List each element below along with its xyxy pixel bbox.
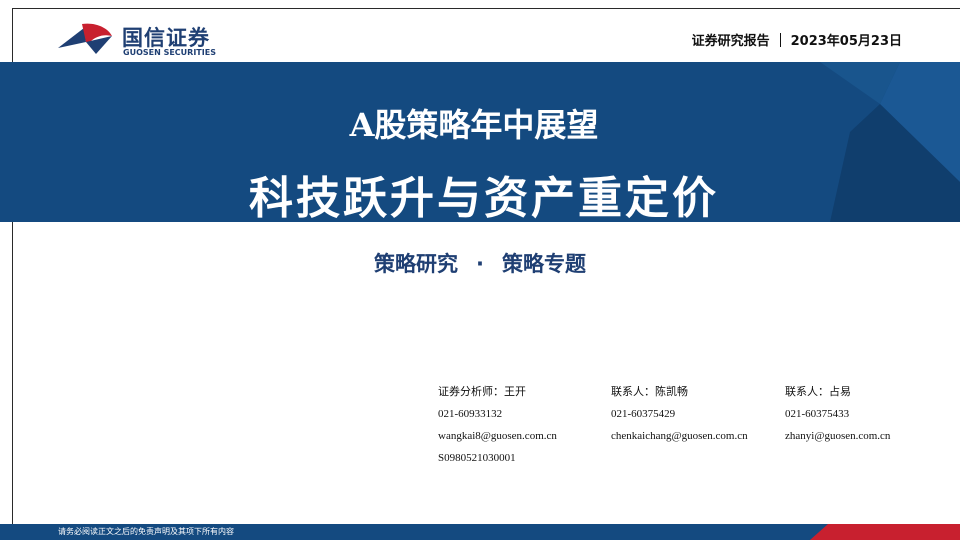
analyst-email[interactable]: chenkaichang@guosen.com.cn — [611, 428, 748, 450]
meta-divider — [779, 33, 781, 47]
analyst-phone: 021-60375429 — [611, 408, 676, 420]
title-line-2: 科技跃升与资产重定价 — [249, 173, 719, 222]
analyst-email[interactable]: wangkai8@guosen.com.cn — [438, 428, 557, 450]
analyst-role: 联系人：陈凯畅 — [611, 385, 688, 398]
analyst-phone: 021-60933132 — [438, 408, 503, 420]
analyst-role: 联系人：占易 — [785, 385, 851, 398]
report-meta: 证券研究报告 2023年05月23日 — [692, 30, 902, 49]
report-subtitle: 策略研究 · 策略专题 — [0, 248, 960, 278]
logo-name-en: GUOSEN SECURITIES — [123, 48, 216, 57]
report-type: 证券研究报告 — [691, 34, 770, 49]
analyst-phone: 021-60375433 — [785, 408, 850, 420]
analyst-block-3: 联系人：占易 021-60375433 zhanyi@guosen.com.cn — [785, 384, 890, 450]
subtitle-topic: 策略专题 — [501, 252, 586, 276]
guosen-logo-icon — [58, 23, 112, 54]
analyst-block-2: 联系人：陈凯畅 021-60375429 chenkaichang@guosen… — [611, 384, 748, 450]
title-line-1: A股策略年中展望 — [349, 106, 599, 144]
analyst-block-1: 证券分析师：王开 021-60933132 wangkai8@guosen.co… — [438, 384, 557, 472]
title-banner: A股策略年中展望 科技跃升与资产重定价 — [0, 62, 960, 222]
footer-accent — [810, 524, 960, 540]
report-date: 2023年05月23日 — [790, 34, 902, 49]
analyst-role: 证券分析师：王开 — [438, 385, 526, 398]
report-cover: 国信证券 GUOSEN SECURITIES 证券研究报告 2023年05月23日… — [0, 0, 960, 540]
subtitle-category: 策略研究 — [374, 252, 458, 276]
analyst-license: S0980521030001 — [438, 452, 516, 464]
guosen-logo: 国信证券 GUOSEN SECURITIES — [56, 20, 216, 62]
frame-line-top — [12, 8, 960, 9]
footer-disclaimer: 请务必阅读正文之后的免责声明及其项下所有内容 — [58, 527, 234, 536]
footer-bar: 请务必阅读正文之后的免责声明及其项下所有内容 — [0, 524, 960, 540]
analyst-email[interactable]: zhanyi@guosen.com.cn — [785, 428, 890, 450]
subtitle-separator: · — [476, 252, 484, 276]
